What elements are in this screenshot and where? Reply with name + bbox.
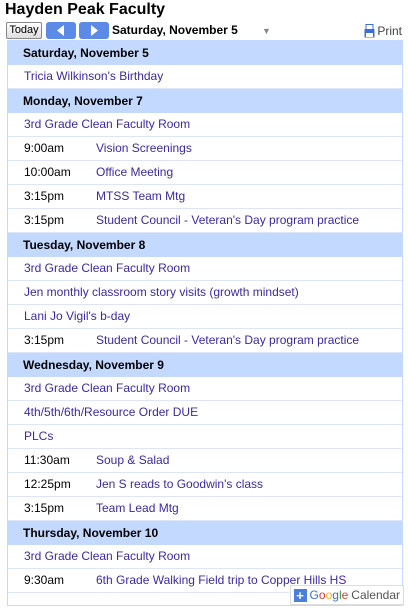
day-header: Wednesday, November 9 [8,353,402,377]
google-logo-letter: o [325,588,333,602]
printer-icon [364,23,375,37]
arrow-left-icon [57,25,64,36]
day-header: Thursday, November 10 [8,521,402,545]
date-range-label: Saturday, November 5 [112,23,238,37]
google-logo-letter: o [318,588,326,602]
arrow-right-icon [91,25,98,36]
event-title[interactable]: Team Lead Mtg [96,497,179,520]
calendar-word: Calendar [351,588,400,602]
event-time: 3:15pm [24,189,65,203]
event-time: 3:15pm [24,213,65,227]
calendar-title: Hayden Peak Faculty [5,1,166,18]
event-time: 3:15pm [24,333,65,347]
event-title[interactable]: Student Council - Veteran's Day program … [96,209,359,232]
google-logo-letter: G [309,588,319,602]
event-row[interactable]: 3:15pm Student Council - Veteran's Day pr… [8,329,402,353]
event-row[interactable]: 3rd Grade Clean Faculty Room [8,113,402,137]
event-time: 3:15pm [24,501,65,515]
event-time: 11:30am [24,453,70,467]
event-row[interactable]: 3rd Grade Clean Faculty Room [8,545,402,569]
google-calendar-badge[interactable]: + Google Calendar [289,585,404,605]
day-header: Saturday, November 5 [8,41,402,65]
today-button[interactable]: Today [6,22,42,39]
event-title[interactable]: Lani Jo Vigil's b-day [24,309,130,323]
event-title[interactable]: Office Meeting [96,161,173,184]
next-button[interactable] [79,22,109,39]
print-label: Print [377,23,402,38]
event-title[interactable]: Tricia Wilkinson's Birthday [24,69,163,83]
event-time: 9:30am [24,573,65,587]
event-title[interactable]: 3rd Grade Clean Faculty Room [24,549,190,563]
event-row[interactable]: 3:15pm Team Lead Mtg [8,497,402,521]
event-row[interactable]: 12:25pm Jen S reads to Goodwin's class [8,473,402,497]
event-row[interactable]: 10:00am Office Meeting [8,161,402,185]
day-header: Monday, November 7 [8,89,402,113]
event-title[interactable]: Jen S reads to Goodwin's class [96,473,263,496]
event-title[interactable]: Jen monthly classroom story visits (grow… [24,285,299,299]
event-time: 10:00am [24,165,71,179]
event-time: 9:00am [24,141,65,155]
plus-icon: + [293,588,307,602]
event-time: 12:25pm [24,477,71,491]
event-row[interactable]: Tricia Wilkinson's Birthday [8,65,402,89]
event-title[interactable]: 3rd Grade Clean Faculty Room [24,117,190,131]
event-title[interactable]: Soup & Salad [96,449,169,472]
event-title[interactable]: 3rd Grade Clean Faculty Room [24,381,190,395]
event-row[interactable]: 3:15pm Student Council - Veteran's Day pr… [8,209,402,233]
event-title[interactable]: Vision Screenings [96,137,192,160]
event-row[interactable]: PLCs [8,425,402,449]
event-title[interactable]: PLCs [24,429,53,443]
print-button[interactable]: Print [364,22,402,39]
event-title[interactable]: Student Council - Veteran's Day program … [96,329,359,352]
day-header: Tuesday, November 8 [8,233,402,257]
event-row[interactable]: 9:00am Vision Screenings [8,137,402,161]
chevron-down-icon[interactable]: ▼ [262,26,271,36]
event-row[interactable]: 11:30am Soup & Salad [8,449,402,473]
previous-button[interactable] [46,22,76,39]
toolbar: Today Saturday, November 5 ▼ Print [6,22,402,39]
event-row[interactable]: 3rd Grade Clean Faculty Room [8,377,402,401]
event-title[interactable]: MTSS Team Mtg [96,185,185,208]
agenda-list[interactable]: Saturday, November 5 Tricia Wilkinson's B… [7,40,403,606]
google-logo-letter: e [341,588,349,602]
event-row[interactable]: 4th/5th/6th/Resource Order DUE [8,401,402,425]
event-row[interactable]: Jen monthly classroom story visits (grow… [8,281,402,305]
google-logo-letter: g [332,588,339,602]
event-title[interactable]: 4th/5th/6th/Resource Order DUE [24,405,198,419]
event-row[interactable]: Lani Jo Vigil's b-day [8,305,402,329]
event-title[interactable]: 3rd Grade Clean Faculty Room [24,261,190,275]
event-row[interactable]: 3:15pm MTSS Team Mtg [8,185,402,209]
event-row[interactable]: 3rd Grade Clean Faculty Room [8,257,402,281]
